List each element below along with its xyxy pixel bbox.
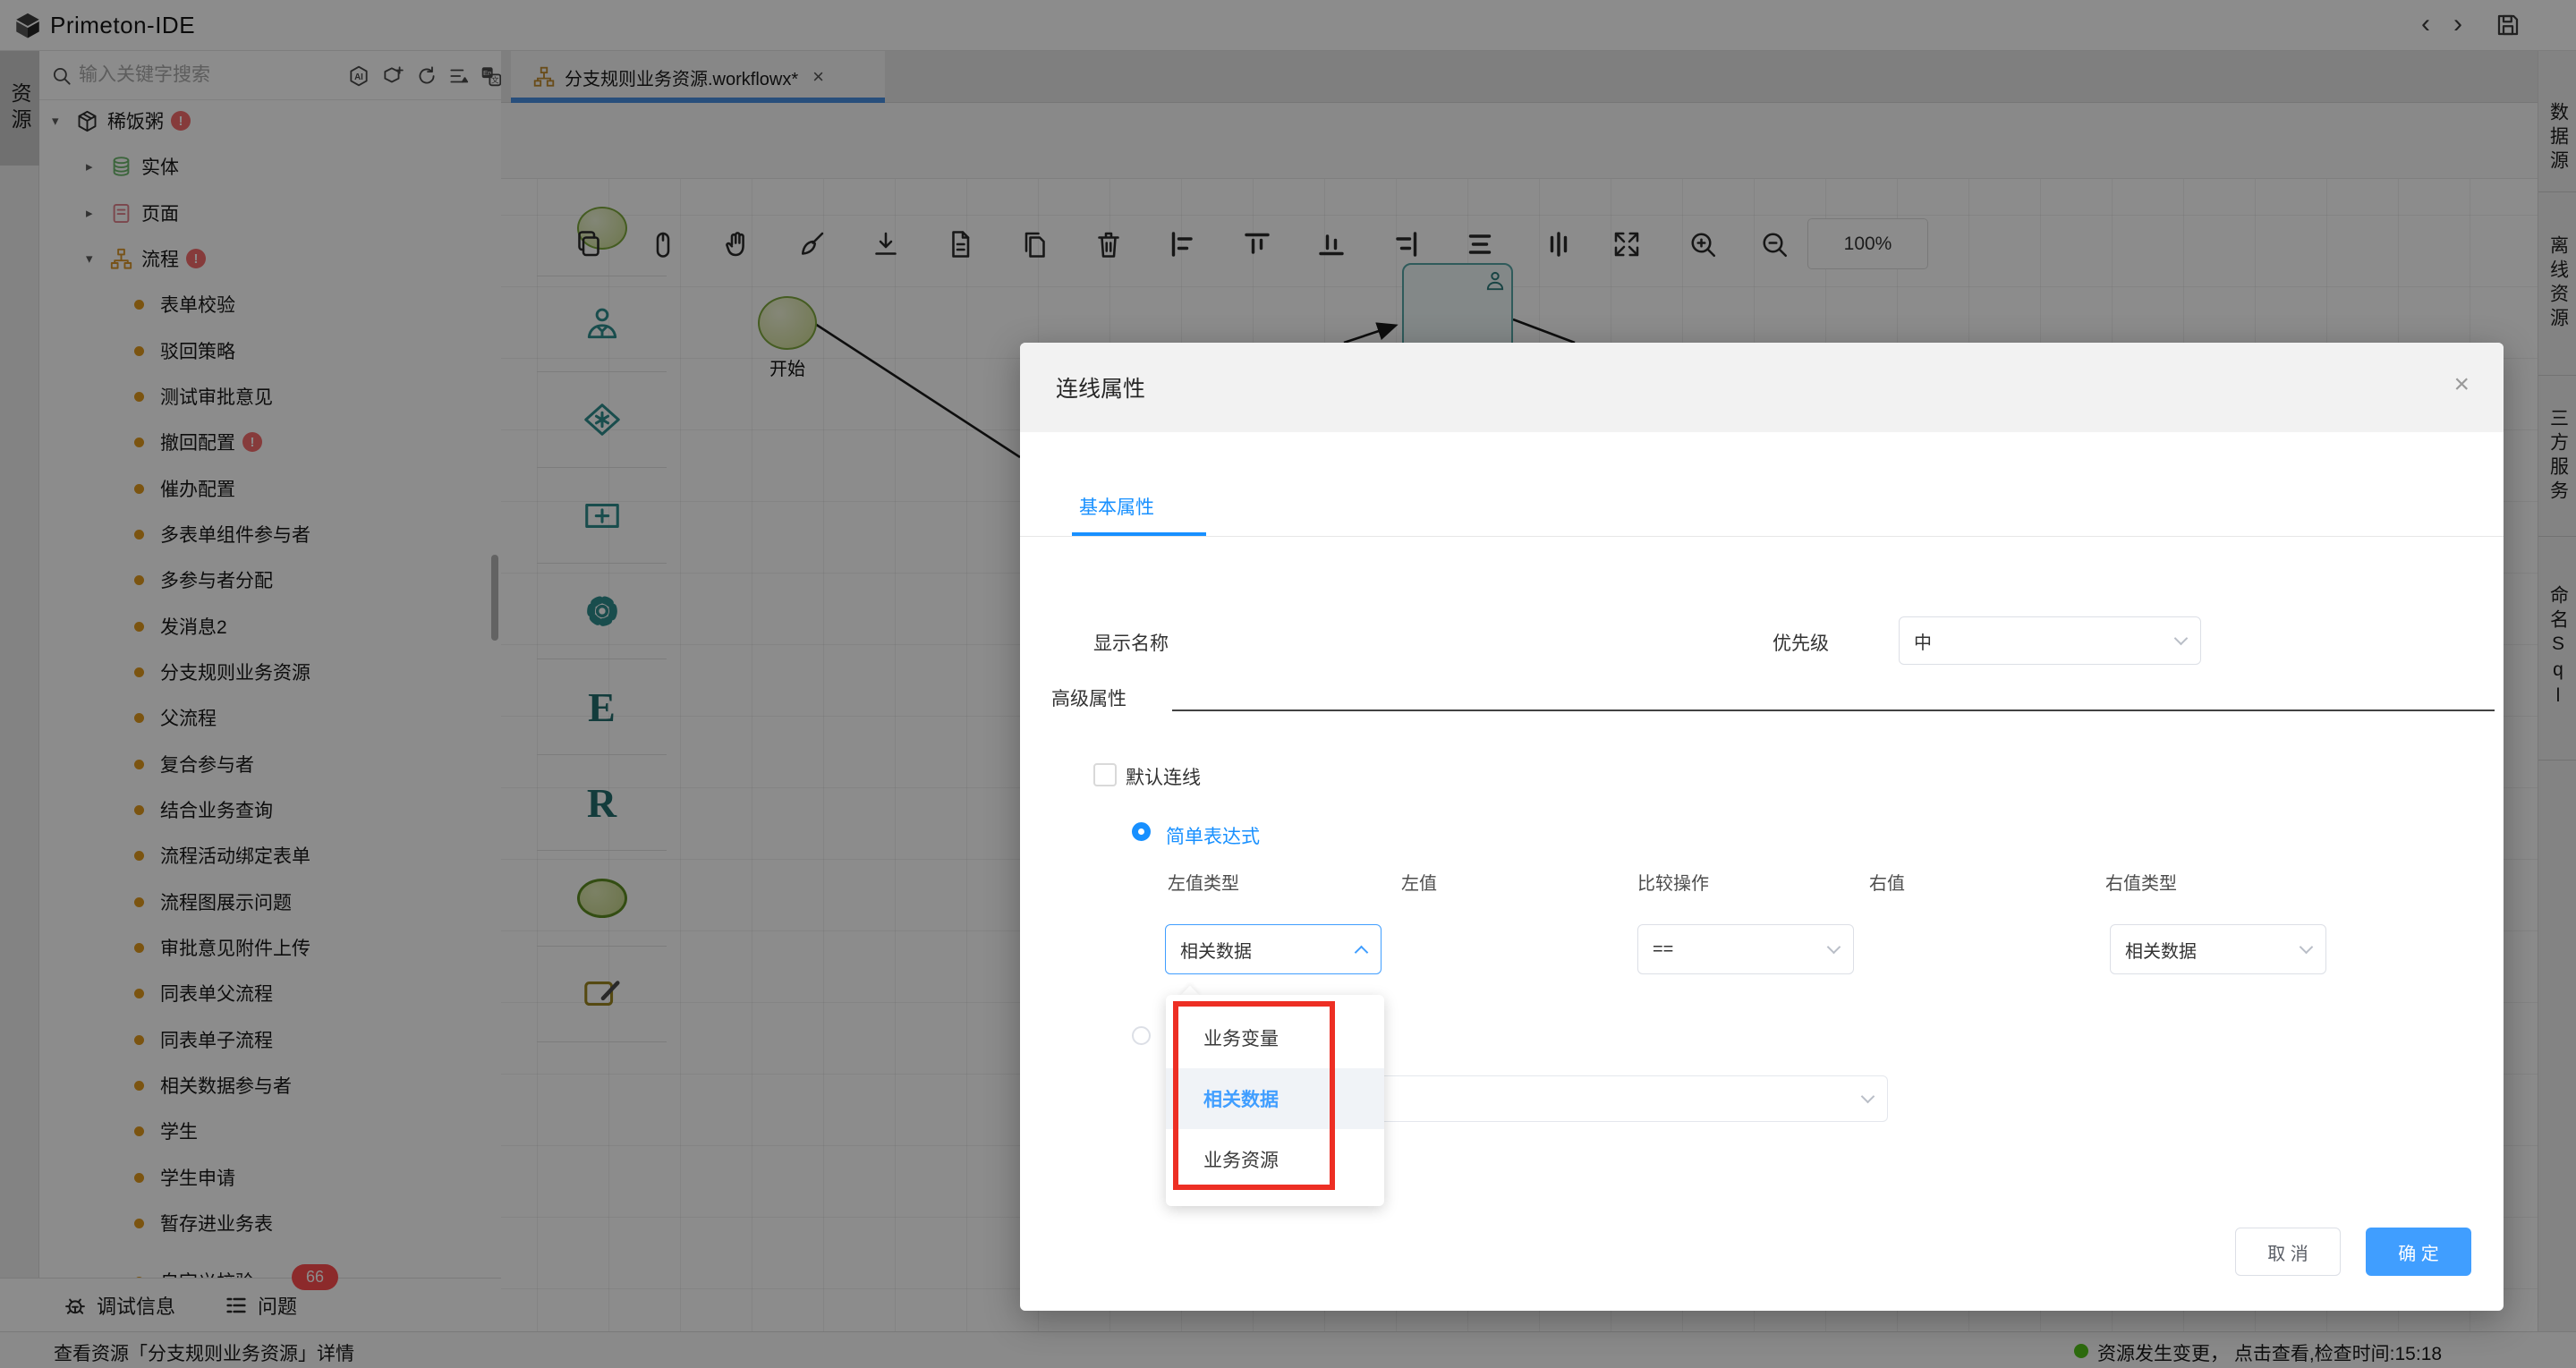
compare-select[interactable]: == xyxy=(1637,924,1854,974)
dialog-header: 连线属性 xyxy=(1020,343,2504,432)
tab-basic-properties[interactable]: 基本属性 xyxy=(1079,493,1154,520)
chevron-down-icon xyxy=(2173,631,2189,646)
col-left-type-label: 左值类型 xyxy=(1168,874,1239,894)
red-annotation-rectangle xyxy=(1173,1001,1335,1190)
col-right-value-label: 右值 xyxy=(1869,874,1905,894)
priority-select[interactable]: 中 xyxy=(1899,616,2201,665)
advanced-section-label: 高级属性 xyxy=(1051,689,1126,709)
second-expression-radio[interactable] xyxy=(1132,1026,1151,1045)
expression-select[interactable] xyxy=(1315,1075,1888,1122)
tab-separator xyxy=(1020,536,2504,537)
col-compare-label: 比较操作 xyxy=(1637,874,1709,894)
default-line-label: 默认连线 xyxy=(1126,768,1201,788)
simple-expression-label: 简单表达式 xyxy=(1166,827,1260,847)
col-right-type-label: 右值类型 xyxy=(2105,874,2177,894)
primeton-ide-window: Primeton-IDE ‹ › 资源 AI xyxy=(0,0,2576,1368)
priority-label: 优先级 xyxy=(1773,633,1829,654)
chevron-down-icon xyxy=(1826,939,1841,955)
simple-expression-radio[interactable] xyxy=(1132,822,1151,841)
chevron-up-icon xyxy=(1354,945,1369,959)
left-type-select[interactable]: 相关数据 xyxy=(1165,924,1382,974)
close-icon[interactable]: × xyxy=(2453,370,2470,400)
ok-button[interactable]: 确 定 xyxy=(2366,1228,2471,1276)
default-line-checkbox[interactable] xyxy=(1093,763,1117,786)
dialog-title: 连线属性 xyxy=(1056,377,1146,402)
right-value-input[interactable] xyxy=(1874,924,2576,1368)
display-name-input[interactable] xyxy=(1245,616,1670,665)
cancel-button[interactable]: 取 消 xyxy=(2235,1228,2341,1276)
section-divider xyxy=(1172,709,2495,711)
display-name-label: 显示名称 xyxy=(1093,633,1169,654)
right-type-select[interactable]: 相关数据 xyxy=(2110,924,2326,974)
chevron-down-icon xyxy=(1860,1089,1875,1104)
chevron-down-icon xyxy=(2299,939,2314,955)
col-left-value-label: 左值 xyxy=(1401,874,1437,894)
